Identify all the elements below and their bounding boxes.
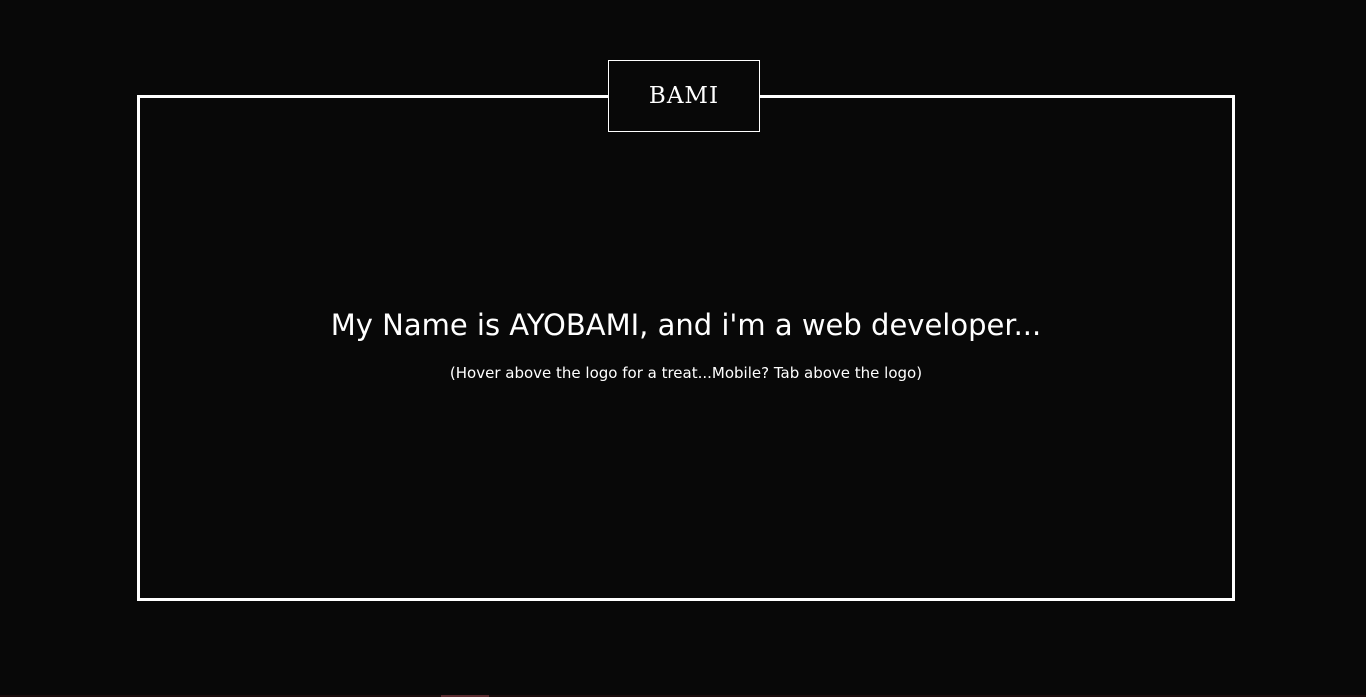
logo-text: BAMI <box>648 83 720 109</box>
hero-headline: My Name is AYOBAMI, and i'm a web develo… <box>330 308 1042 342</box>
content-frame <box>137 95 1235 601</box>
logo-button[interactable]: BAMI <box>608 60 760 132</box>
hero-subline: (Hover above the logo for a treat...Mobi… <box>449 364 923 382</box>
